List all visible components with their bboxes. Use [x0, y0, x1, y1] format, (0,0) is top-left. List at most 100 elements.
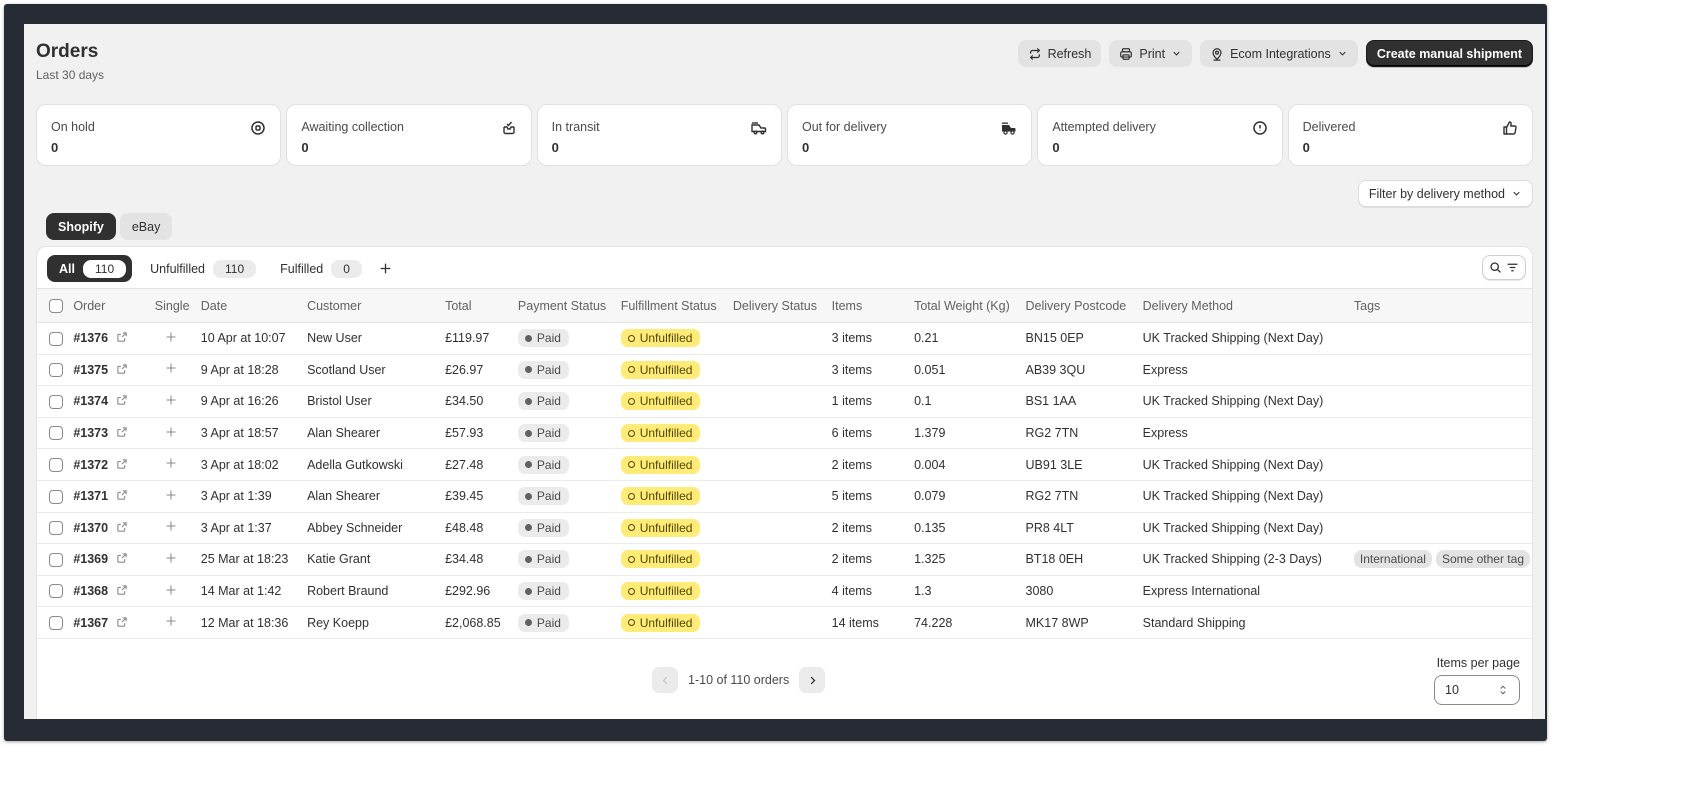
table-row[interactable]: #1371 3 Apr at 1:39 Alan Shearer £39.45 … — [37, 480, 1532, 513]
external-link-icon[interactable] — [116, 363, 128, 375]
table-row[interactable]: #1368 14 Mar at 1:42 Robert Braund £292.… — [37, 575, 1532, 607]
plus-icon[interactable] — [165, 615, 177, 627]
filled-dot-icon — [524, 429, 532, 437]
table-row[interactable]: #1373 3 Apr at 18:57 Alan Shearer £57.93… — [37, 417, 1532, 449]
filter-by-delivery-method-dropdown[interactable]: Filter by delivery method — [1357, 180, 1533, 207]
column-header[interactable]: Delivery Postcode — [1026, 289, 1143, 323]
status-card-in-transit[interactable]: In transit 0 — [536, 104, 782, 166]
order-date: 3 Apr at 1:37 — [200, 520, 272, 535]
status-card-awaiting-collection[interactable]: Awaiting collection 0 — [286, 104, 532, 166]
plus-icon[interactable] — [165, 520, 177, 532]
order-date: 25 Mar at 18:23 — [200, 552, 289, 567]
previous-page-button[interactable] — [652, 667, 678, 693]
row-checkbox[interactable] — [49, 426, 63, 441]
column-header[interactable]: Date — [201, 289, 307, 323]
column-header[interactable]: Total Weight (Kg) — [914, 289, 1025, 323]
column-header[interactable]: Delivery Method — [1143, 289, 1354, 323]
column-header[interactable]: Payment Status — [518, 289, 621, 323]
plus-icon[interactable] — [165, 584, 177, 596]
plus-icon[interactable] — [165, 552, 177, 564]
add-view-button[interactable] — [374, 257, 398, 281]
external-link-icon[interactable] — [116, 552, 128, 564]
table-row[interactable]: #1375 9 Apr at 18:28 Scotland User £26.9… — [37, 354, 1532, 386]
external-link-icon[interactable] — [116, 584, 128, 596]
plus-icon[interactable] — [165, 394, 177, 406]
table-row[interactable]: #1376 10 Apr at 10:07 New User £119.97 P… — [37, 323, 1532, 355]
next-page-button[interactable] — [799, 667, 826, 693]
plus-icon[interactable] — [165, 362, 177, 374]
column-header[interactable]: Items — [832, 289, 914, 323]
plus-icon[interactable] — [165, 457, 177, 469]
ecom-integrations-button[interactable]: Ecom Integrations — [1200, 40, 1358, 67]
row-checkbox[interactable] — [49, 394, 63, 409]
plus-icon[interactable] — [165, 426, 177, 438]
row-checkbox[interactable] — [49, 584, 63, 599]
order-number[interactable]: #1367 — [73, 616, 108, 630]
search-filter-button[interactable] — [1482, 255, 1526, 280]
tab-fulfilled[interactable]: Fulfilled 0 — [268, 255, 368, 282]
column-header[interactable]: Tags — [1354, 289, 1532, 323]
tab-shopify[interactable]: Shopify — [46, 213, 116, 240]
row-checkbox[interactable] — [49, 552, 63, 567]
fulfillment-status-badge: Unfulfilled — [620, 424, 701, 443]
order-total: £57.93 — [445, 426, 484, 441]
tab-ebay[interactable]: eBay — [119, 213, 173, 240]
table-row[interactable]: #1374 9 Apr at 16:26 Bristol User £34.50… — [37, 386, 1532, 418]
row-checkbox[interactable] — [49, 363, 63, 378]
external-link-icon[interactable] — [116, 458, 128, 470]
table-row[interactable]: #1367 12 Mar at 18:36 Rey Koepp £2,068.8… — [37, 607, 1532, 639]
order-number[interactable]: #1374 — [73, 394, 108, 408]
row-checkbox[interactable] — [49, 458, 63, 473]
order-number[interactable]: #1369 — [73, 552, 108, 566]
row-checkbox[interactable] — [49, 331, 63, 346]
plus-icon[interactable] — [165, 489, 177, 501]
column-header[interactable]: Customer — [307, 289, 445, 323]
status-card-attempted-delivery[interactable]: Attempted delivery 0 — [1037, 104, 1283, 166]
external-link-icon[interactable] — [116, 331, 128, 343]
search-icon — [1490, 262, 1501, 273]
refresh-button[interactable]: Refresh — [1017, 40, 1102, 67]
create-manual-shipment-button[interactable]: Create manual shipment — [1365, 40, 1533, 67]
order-number[interactable]: #1375 — [73, 363, 108, 377]
table-row[interactable]: #1370 3 Apr at 1:37 Abbey Schneider £48.… — [37, 512, 1532, 544]
order-number[interactable]: #1376 — [73, 331, 108, 345]
row-checkbox[interactable] — [49, 615, 63, 630]
table-row[interactable]: #1372 3 Apr at 18:02 Adella Gutkowski £2… — [37, 449, 1532, 481]
customer-name: Alan Shearer — [307, 489, 381, 504]
items-per-page-select[interactable]: 10 — [1434, 675, 1520, 705]
tags-cell — [1354, 354, 1532, 386]
external-link-icon[interactable] — [116, 616, 128, 628]
column-header[interactable]: Single — [155, 289, 201, 323]
tab-all[interactable]: All 110 — [47, 255, 133, 282]
order-number[interactable]: #1373 — [73, 426, 108, 440]
tag-badge: Some other tag — [1435, 550, 1530, 569]
status-card-out-for-delivery[interactable]: Out for delivery 0 — [786, 104, 1033, 166]
plus-icon[interactable] — [165, 331, 177, 343]
row-checkbox[interactable] — [49, 521, 63, 536]
header-actions: Refresh Print Ecom Integrations Create m… — [1017, 40, 1533, 67]
order-number[interactable]: #1368 — [73, 584, 108, 598]
order-number[interactable]: #1371 — [73, 489, 108, 503]
payment-status-text: Paid — [536, 426, 561, 441]
external-link-icon[interactable] — [116, 521, 128, 533]
external-link-icon[interactable] — [116, 394, 128, 406]
column-header[interactable]: Fulfillment Status — [621, 289, 733, 323]
column-header[interactable]: Total — [445, 289, 518, 323]
status-card-delivered[interactable]: Delivered 0 — [1287, 104, 1533, 166]
delivery-postcode: BN15 0EP — [1025, 331, 1084, 346]
column-header[interactable]: Order — [73, 289, 154, 323]
status-card-on-hold[interactable]: On hold 0 — [36, 104, 282, 166]
delivery-method: Express — [1142, 426, 1188, 441]
row-checkbox[interactable] — [49, 489, 63, 504]
external-link-icon[interactable] — [116, 489, 128, 501]
select-all-checkbox[interactable] — [49, 298, 63, 313]
order-number[interactable]: #1372 — [73, 458, 108, 472]
order-number[interactable]: #1370 — [73, 521, 108, 535]
tab-unfulfilled[interactable]: Unfulfilled 110 — [138, 255, 262, 282]
total-weight: 0.004 — [914, 457, 946, 472]
column-header[interactable]: Delivery Status — [733, 289, 832, 323]
print-button[interactable]: Print — [1109, 40, 1193, 67]
external-link-icon[interactable] — [116, 426, 128, 438]
fulfillment-status-badge: Unfulfilled — [620, 518, 701, 537]
table-row[interactable]: #1369 25 Mar at 18:23 Katie Grant £34.48… — [37, 544, 1532, 576]
